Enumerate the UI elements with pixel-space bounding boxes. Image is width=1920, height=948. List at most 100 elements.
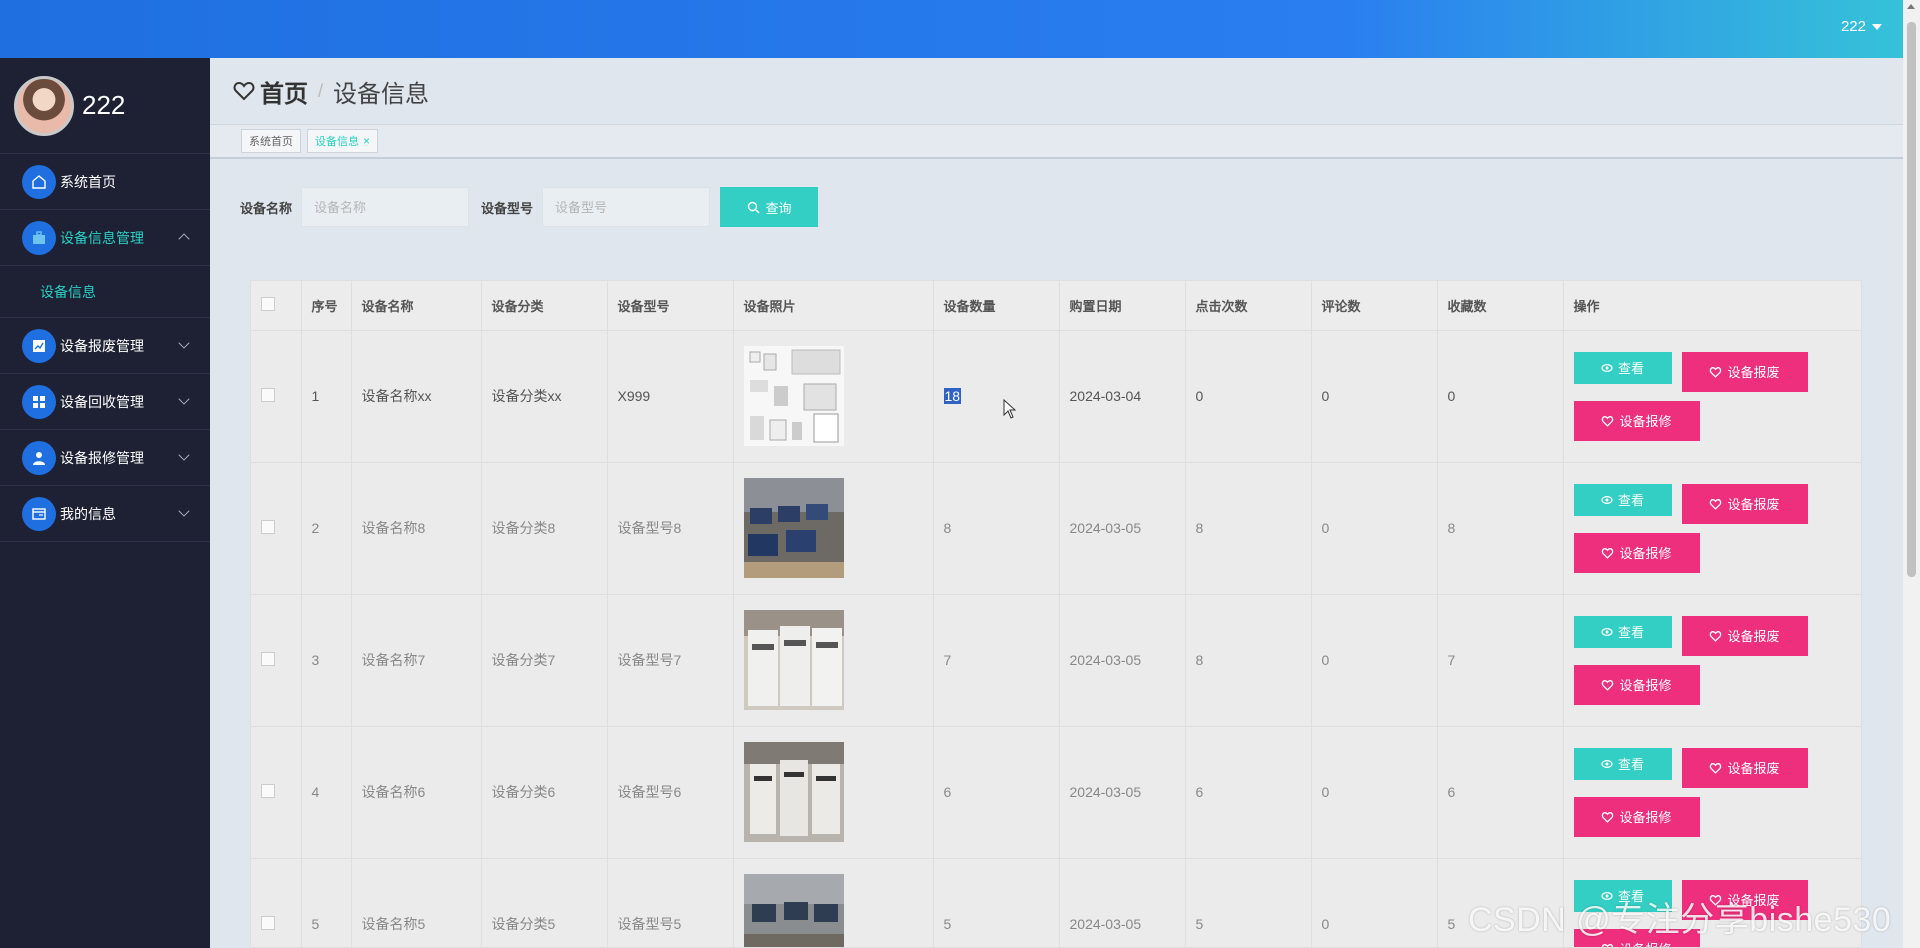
copiers-photo-2 xyxy=(743,742,933,842)
sidebar-subitem-device-info[interactable]: 设备信息 xyxy=(0,266,210,318)
cell-clicks: 6 xyxy=(1185,726,1312,859)
avatar xyxy=(14,75,74,136)
briefcase-icon xyxy=(22,220,56,255)
heart-icon xyxy=(1710,630,1722,642)
scrap-button[interactable]: 设备报废 xyxy=(1681,747,1808,788)
row-select-cell xyxy=(251,330,302,463)
column-header: 购置日期 xyxy=(1059,281,1186,331)
row-checkbox[interactable] xyxy=(261,783,275,798)
cell-clicks: 8 xyxy=(1185,594,1312,727)
scrap-button-label: 设备报废 xyxy=(1727,365,1780,380)
tab-device-info[interactable]: 设备信息 × xyxy=(307,129,379,153)
cell-model: 设备型号7 xyxy=(607,594,734,727)
sidebar-item-my-info[interactable]: 我的信息 xyxy=(0,486,210,542)
sidebar-item-device-scrap[interactable]: 设备报废管理 xyxy=(0,318,210,374)
watermark: CSDN @专注分享bishe530 xyxy=(1468,901,1892,939)
device-table: 序号 设备名称 设备分类 设备型号 设备照片 设备数量 购置日期 点击次数 评论… xyxy=(250,280,1862,948)
repair-button[interactable]: 设备报修 xyxy=(1573,400,1700,441)
page-title: 设备信息 xyxy=(333,80,430,108)
cell-model: X999 xyxy=(607,330,734,463)
repair-button[interactable]: 设备报修 xyxy=(1573,796,1700,837)
row-checkbox[interactable] xyxy=(261,519,275,534)
cell-quantity: 6 xyxy=(933,726,1060,859)
view-button[interactable]: 查看 xyxy=(1573,483,1672,516)
row-checkbox[interactable] xyxy=(261,651,275,666)
cell-quantity: 8 xyxy=(933,462,1060,595)
sidebar-item-label: 设备报废管理 xyxy=(60,337,144,354)
sidebar-item-label: 设备回收管理 xyxy=(60,393,144,410)
smart-devices-photo xyxy=(743,346,933,446)
sidebar-item-device-info[interactable]: 设备信息管理 xyxy=(0,210,210,266)
view-button-label: 查看 xyxy=(1617,361,1644,376)
sidebar-item-device-recycle[interactable]: 设备回收管理 xyxy=(0,374,210,430)
page-scrollbar[interactable] xyxy=(1903,0,1920,948)
heart-icon xyxy=(1602,547,1614,559)
table-row: 3 设备名称7 设备分类7 设备型号7 7 2024-03-05 8 0 7 查… xyxy=(251,594,1861,727)
repair-button[interactable]: 设备报修 xyxy=(1573,532,1700,573)
quantity-value: 18 xyxy=(943,388,962,404)
quantity-value: 6 xyxy=(943,784,952,800)
row-select-cell xyxy=(251,462,302,595)
search-form: 设备名称 设备型号 查询 xyxy=(240,187,819,227)
view-button-label: 查看 xyxy=(1617,493,1644,508)
cell-comments: 0 xyxy=(1311,858,1438,947)
tab-home[interactable]: 系统首页 xyxy=(241,129,301,153)
view-button[interactable]: 查看 xyxy=(1573,747,1672,780)
table-row: 2 设备名称8 设备分类8 设备型号8 8 2024-03-05 8 0 8 查… xyxy=(251,462,1861,595)
query-button[interactable]: 查询 xyxy=(720,187,819,227)
cell-actions: 查看 设备报废 设备报修 xyxy=(1563,726,1861,859)
cell-model: 设备型号8 xyxy=(607,462,734,595)
cell-clicks: 5 xyxy=(1185,858,1312,947)
eye-icon xyxy=(1601,495,1613,504)
cell-model: 设备型号5 xyxy=(607,858,734,947)
quantity-value: 7 xyxy=(943,652,952,668)
row-select-cell xyxy=(251,726,302,859)
table-row: 1 设备名称xx 设备分类xx X999 18 2024-03-04 0 0 0… xyxy=(251,330,1861,463)
device-model-input[interactable] xyxy=(542,187,711,227)
column-header: 设备型号 xyxy=(607,281,734,331)
quantity-value: 5 xyxy=(943,916,952,932)
device-name-input[interactable] xyxy=(301,187,470,227)
view-button[interactable]: 查看 xyxy=(1573,615,1672,648)
breadcrumb-home[interactable]: 首页 xyxy=(260,74,308,109)
select-all-checkbox[interactable] xyxy=(261,296,275,311)
sidebar-item-device-repair[interactable]: 设备报修管理 xyxy=(0,430,210,486)
cell-quantity: 7 xyxy=(933,594,1060,727)
sidebar-item-label: 系统首页 xyxy=(60,173,116,190)
row-select-cell xyxy=(251,858,302,947)
card-icon xyxy=(22,496,56,531)
heart-icon xyxy=(1602,811,1614,823)
cell-no: 3 xyxy=(301,594,352,727)
scrap-button[interactable]: 设备报废 xyxy=(1681,483,1808,524)
scrap-button[interactable]: 设备报废 xyxy=(1681,351,1808,392)
row-checkbox[interactable] xyxy=(261,387,275,402)
cell-category: 设备分类7 xyxy=(481,594,608,727)
column-header: 设备照片 xyxy=(733,281,934,331)
table-row: 4 设备名称6 设备分类6 设备型号6 6 2024-03-05 6 0 6 查… xyxy=(251,726,1861,859)
repair-button[interactable]: 设备报修 xyxy=(1573,664,1700,705)
sidebar-item-home[interactable]: 系统首页 xyxy=(0,154,210,210)
view-button[interactable]: 查看 xyxy=(1573,351,1672,384)
cell-comments: 0 xyxy=(1311,726,1438,859)
cell-quantity: 18 xyxy=(933,330,1060,463)
grid-icon xyxy=(22,384,56,419)
heart-icon xyxy=(233,81,255,101)
chevron-up-icon xyxy=(178,233,190,245)
scroll-up-icon[interactable] xyxy=(1907,4,1915,9)
mouse-cursor-icon xyxy=(1003,399,1017,419)
close-icon[interactable]: × xyxy=(363,134,370,148)
sidebar-item-label: 我的信息 xyxy=(60,505,116,522)
scrap-button[interactable]: 设备报废 xyxy=(1681,615,1808,656)
cell-date: 2024-03-05 xyxy=(1059,726,1186,859)
row-checkbox[interactable] xyxy=(261,915,275,930)
cell-name: 设备名称6 xyxy=(351,726,482,859)
chevron-down-icon xyxy=(178,505,190,517)
scroll-thumb[interactable] xyxy=(1907,22,1916,577)
column-header: 设备数量 xyxy=(933,281,1060,331)
scrap-button-label: 设备报废 xyxy=(1727,761,1780,776)
column-header: 设备名称 xyxy=(351,281,482,331)
caret-down-icon xyxy=(1872,23,1882,30)
user-menu[interactable]: 222 xyxy=(1841,18,1882,35)
eye-icon xyxy=(1601,759,1613,768)
cell-favorites: 6 xyxy=(1437,726,1564,859)
